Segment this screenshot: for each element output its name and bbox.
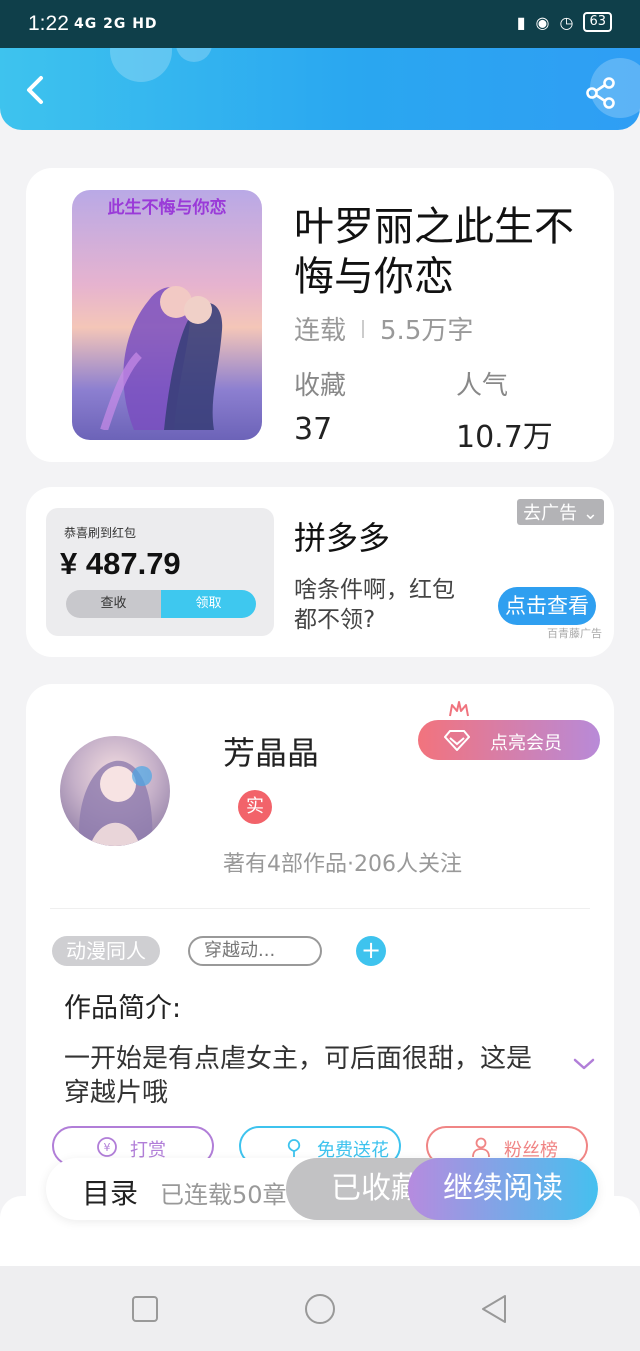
- recents-icon[interactable]: [128, 1292, 162, 1326]
- meta-divider: [362, 319, 365, 338]
- favorites-value: 37: [294, 412, 333, 447]
- tag-anime[interactable]: 动漫同人: [52, 936, 160, 966]
- vip-button[interactable]: 点亮会员: [418, 720, 600, 760]
- share-icon[interactable]: [584, 76, 618, 110]
- bottom-action-bar: 目录 已连载50章 已收藏 继续阅读: [46, 1158, 598, 1220]
- ad-cta-button[interactable]: 点击查看: [498, 587, 596, 625]
- svg-text:¥: ¥: [104, 1141, 111, 1154]
- remove-ad-label: 去广告: [523, 503, 578, 524]
- avatar-illustration: [79, 760, 153, 846]
- ad-image-claim: 领取: [161, 590, 256, 618]
- ad-image-amount: ¥ 487.79: [60, 546, 181, 581]
- cover-illustration: [100, 286, 223, 430]
- toc-button[interactable]: 目录: [82, 1172, 138, 1212]
- decor-bubble: [110, 48, 172, 82]
- chevron-down-icon: ⌄: [582, 503, 598, 524]
- ad-card[interactable]: 恭喜刷到红包 ¥ 487.79 查收 领取 拼多多 啥条件啊，红包都不领? 去广…: [26, 487, 614, 657]
- section-divider: [50, 908, 590, 909]
- ad-image-buttons: 查收 领取: [66, 590, 256, 618]
- system-nav-bar: [0, 1266, 640, 1351]
- status-bar: 1:22 4G 2G HD ▮ ◉ ◷ 63: [0, 0, 640, 48]
- favorites-label: 收藏: [294, 371, 347, 401]
- book-cover[interactable]: 此生不悔与你恋: [72, 190, 262, 440]
- status-time: 1:22: [28, 12, 69, 35]
- continue-reading-button[interactable]: 继续阅读: [408, 1158, 598, 1220]
- intro-text: 一开始是有点虐女主，可后面很甜，这是穿越片哦: [64, 1044, 533, 1108]
- status-icons: ▮ ◉ ◷ 63: [517, 12, 612, 32]
- book-meta: 连载 5.5万字: [294, 310, 473, 347]
- tag-time-travel[interactable]: 穿越动...: [188, 936, 322, 966]
- popularity-value: 10.7万: [456, 420, 553, 455]
- back-icon[interactable]: [18, 72, 54, 108]
- ad-description: 啥条件啊，红包都不领?: [294, 577, 455, 633]
- verified-badge: 实: [238, 790, 272, 824]
- book-title: 叶罗丽之此生不悔与你恋: [294, 204, 574, 300]
- battery-icon: 63: [583, 12, 612, 32]
- header-bar: [0, 48, 640, 130]
- intro-heading: 作品简介:: [64, 993, 182, 1024]
- lock-rotation-icon: ◉: [535, 12, 550, 32]
- vip-label: 点亮会员: [490, 733, 562, 754]
- author-avatar[interactable]: [60, 736, 170, 846]
- vibrate-icon: ▮: [516, 12, 526, 32]
- book-status: 连载: [294, 316, 347, 346]
- back-nav-icon[interactable]: [478, 1292, 512, 1326]
- ad-image-check: 查收: [66, 590, 161, 618]
- user-icon: [472, 1137, 490, 1158]
- ad-image-caption: 恭喜刷到红包: [64, 526, 137, 540]
- decor-bubble: [176, 48, 212, 62]
- cover-title: 此生不悔与你恋: [107, 198, 227, 218]
- alarm-icon: ◷: [559, 12, 574, 32]
- ad-title: 拼多多: [294, 519, 391, 557]
- crown-icon: [449, 701, 469, 717]
- ad-source: 百青藤广告: [547, 627, 602, 640]
- popularity-label: 人气: [456, 371, 509, 401]
- book-info-card: 此生不悔与你恋 叶罗丽之此生不悔与你恋 连载 5.5万字 收藏 37 人气 10…: [26, 168, 614, 462]
- diamond-icon: [444, 730, 470, 751]
- ad-image[interactable]: 恭喜刷到红包 ¥ 487.79 查收 领取: [46, 508, 274, 636]
- home-icon[interactable]: [303, 1292, 337, 1326]
- remove-ad-button[interactable]: 去广告 ⌄: [517, 499, 604, 525]
- network-indicator: 4G 2G HD: [74, 16, 158, 32]
- coin-icon: ¥: [97, 1137, 117, 1157]
- add-tag-button[interactable]: +: [356, 936, 386, 966]
- flower-icon: [287, 1139, 301, 1157]
- author-stats: 著有4部作品·206人关注: [223, 852, 462, 877]
- author-name[interactable]: 芳晶晶: [223, 728, 319, 774]
- chapter-count: 已连载50章: [160, 1181, 287, 1209]
- book-word-count: 5.5万字: [380, 316, 474, 346]
- chevron-down-icon[interactable]: [572, 1056, 596, 1072]
